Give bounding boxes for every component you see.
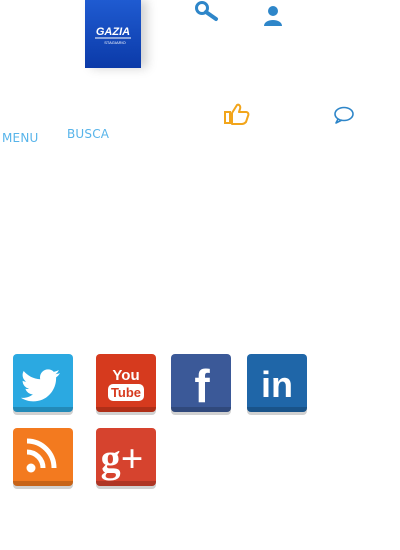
- site-logo[interactable]: GAZIA STAGIARIO: [85, 0, 141, 68]
- linkedin-link[interactable]: in: [247, 354, 307, 412]
- twitter-icon: [20, 369, 60, 402]
- linkedin-glyph: in: [261, 364, 293, 405]
- logo-mark: GAZIA STAGIARIO: [95, 26, 131, 45]
- logo-subtext: STAGIARIO: [104, 40, 125, 45]
- like-icon[interactable]: [224, 103, 250, 125]
- user-icon[interactable]: [262, 4, 284, 28]
- google-plus-link[interactable]: g+: [96, 428, 156, 486]
- comment-icon[interactable]: [333, 106, 355, 124]
- search-button[interactable]: BUSCA: [67, 127, 109, 141]
- rss-icon: [26, 438, 57, 473]
- facebook-icon: f: [194, 360, 210, 412]
- youtube-link[interactable]: You Tube: [96, 354, 156, 412]
- rss-link[interactable]: [13, 428, 73, 486]
- google-plus-glyph: g+: [101, 436, 144, 481]
- search-icon[interactable]: [194, 0, 222, 22]
- youtube-text-top: You: [112, 367, 139, 384]
- menu-button[interactable]: MENU: [2, 131, 39, 145]
- linkedin-icon: in: [261, 364, 293, 405]
- youtube-icon: You Tube: [108, 367, 144, 401]
- google-plus-icon: g+: [101, 436, 144, 481]
- twitter-link[interactable]: [13, 354, 73, 412]
- youtube-text-bottom: Tube: [111, 385, 141, 400]
- facebook-link[interactable]: f: [171, 354, 231, 412]
- facebook-glyph: f: [194, 360, 210, 412]
- logo-text: GAZIA: [96, 26, 130, 38]
